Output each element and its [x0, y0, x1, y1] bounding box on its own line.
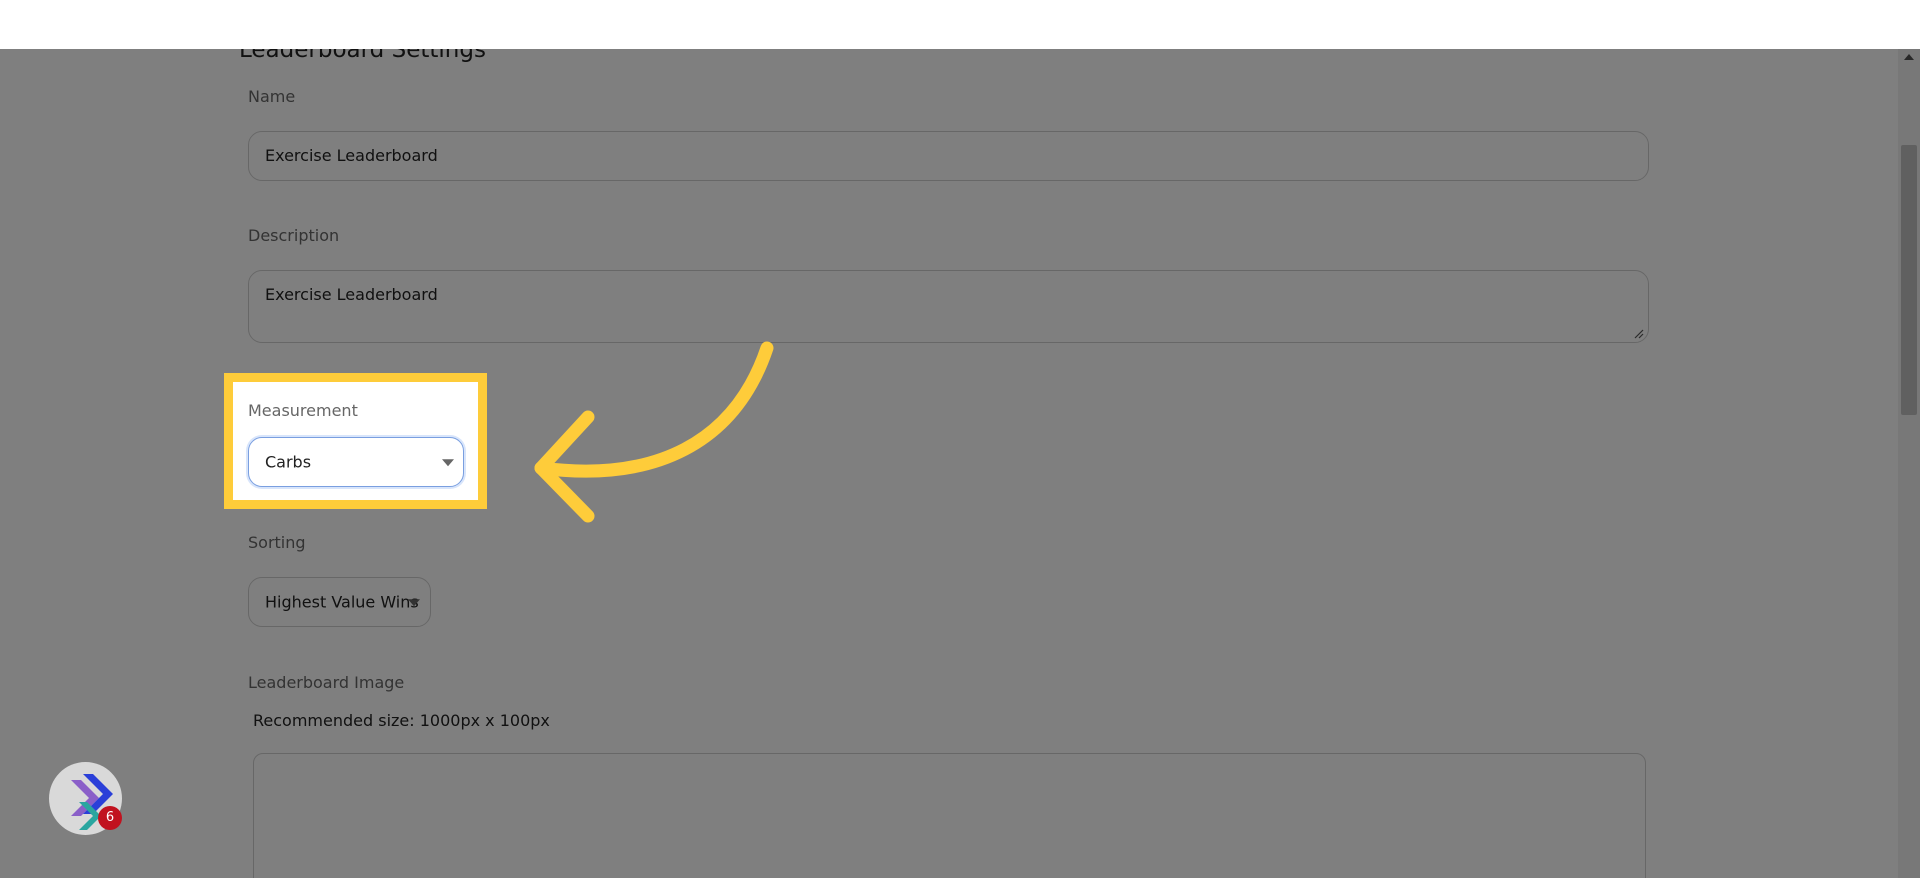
curved-arrow-icon	[534, 341, 774, 523]
sorting-select[interactable]: Highest Value Wins	[248, 577, 431, 627]
leaderboard-image-dropzone[interactable]	[253, 753, 1646, 878]
chevron-down-icon	[442, 459, 454, 467]
measurement-label: Measurement	[248, 401, 358, 420]
description-value: Exercise Leaderboard	[265, 285, 438, 304]
resize-handle-icon[interactable]	[1634, 329, 1644, 339]
measurement-selected-value: Carbs	[265, 452, 312, 472]
sorting-label: Sorting	[248, 533, 306, 552]
sorting-selected-value: Highest Value Wins	[265, 592, 419, 612]
name-input[interactable]: Exercise Leaderboard	[248, 131, 1649, 181]
top-bar	[0, 0, 1920, 49]
notification-badge: 6	[98, 806, 122, 830]
recommended-size-text: Recommended size: 1000px x 100px	[253, 711, 550, 730]
name-input-value: Exercise Leaderboard	[265, 146, 438, 165]
description-textarea[interactable]: Exercise Leaderboard	[248, 270, 1649, 343]
measurement-select[interactable]: Carbs	[248, 437, 464, 487]
measurement-highlight: Measurement Carbs	[224, 373, 487, 509]
description-label: Description	[248, 226, 340, 245]
page-title: Leaderboard Settings	[239, 49, 486, 63]
name-label: Name	[248, 87, 296, 106]
page-scrollbar[interactable]	[1898, 49, 1920, 878]
chevron-down-icon	[408, 599, 420, 607]
page-viewport: Leaderboard Settings Name Exercise Leade…	[0, 49, 1920, 878]
leaderboard-image-label: Leaderboard Image	[248, 673, 405, 692]
scrollbar-dim	[1898, 49, 1920, 878]
